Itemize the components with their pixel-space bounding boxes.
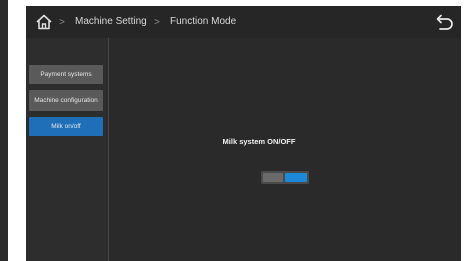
sidebar: Payment systems Machine configuration Mi… <box>26 38 109 261</box>
milk-system-toggle[interactable] <box>261 171 309 184</box>
sidebar-item-milk-on-off[interactable]: Milk on/off <box>29 117 103 136</box>
header-bar: > Machine Setting > Function Mode <box>26 6 461 38</box>
toggle-on-segment <box>285 173 307 182</box>
home-icon <box>36 14 52 30</box>
milk-system-label: Milk system ON/OFF <box>222 137 296 146</box>
sidebar-item-payment-systems[interactable]: Payment systems <box>29 65 103 84</box>
toggle-off-segment <box>263 173 283 182</box>
breadcrumb-function-mode: Function Mode <box>170 16 237 27</box>
back-arrow-icon <box>436 14 453 30</box>
main-panel: Milk system ON/OFF <box>109 38 461 261</box>
breadcrumb-machine-setting[interactable]: Machine Setting <box>75 16 147 27</box>
home-button[interactable] <box>35 13 53 31</box>
breadcrumb-separator: > <box>154 17 160 28</box>
back-button[interactable] <box>433 13 453 31</box>
left-edge-strip <box>0 0 8 261</box>
breadcrumb-separator: > <box>59 17 65 28</box>
device-screen: > Machine Setting > Function Mode Paymen… <box>26 6 461 261</box>
sidebar-item-machine-configuration[interactable]: Machine configuration <box>29 90 103 111</box>
